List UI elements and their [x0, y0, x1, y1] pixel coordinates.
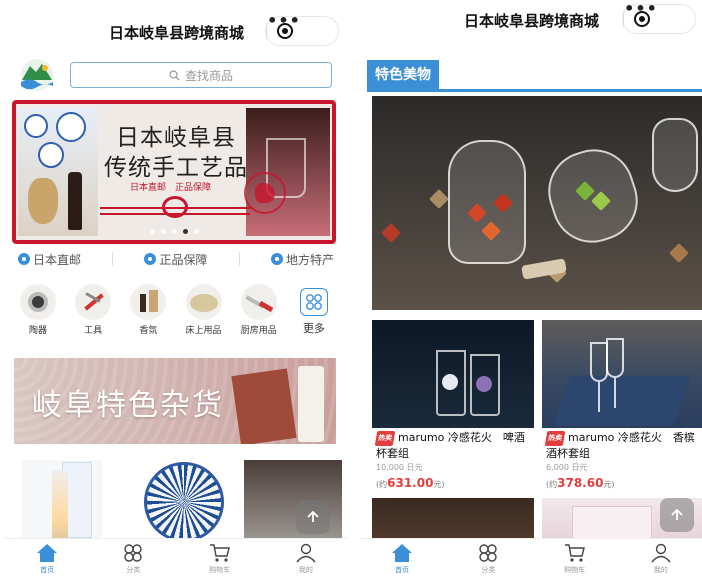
tab-bar: 首页 分类 购物车 我的 — [4, 538, 349, 578]
cart-icon — [564, 544, 585, 562]
feature-authentic: 正品保障 — [144, 251, 208, 268]
hot-badge: 热卖 — [374, 431, 396, 446]
hot-badge: 热卖 — [544, 431, 566, 446]
section-header: 特色美物 — [367, 58, 702, 92]
category-ceramics[interactable]: 陶器 — [12, 284, 64, 336]
arrow-up-icon — [307, 510, 319, 522]
product-cosmetic-photo[interactable] — [22, 460, 102, 544]
search-input[interactable]: 查找商品 — [70, 62, 332, 88]
user-icon — [296, 543, 316, 563]
featured-hero-photo[interactable] — [372, 96, 702, 310]
arrow-up-icon — [671, 508, 683, 520]
promo-book-photo — [231, 368, 297, 444]
knife-icon — [240, 284, 277, 320]
feature-direct-mail: 日本直邮 — [18, 251, 81, 268]
tab-cart[interactable]: 购物车 — [196, 543, 244, 575]
product-strip — [12, 456, 342, 544]
search-placeholder: 查找商品 — [184, 68, 233, 83]
product-price-jpy: 6,000 日元 — [546, 463, 588, 472]
tab-category[interactable]: 分类 — [109, 543, 157, 575]
gifu-logo — [18, 58, 56, 92]
category-icon — [479, 544, 498, 562]
product-grid: 热卖 marumo 冷感花火 啤酒杯套组 10,000 日元 (约631.00元)… — [372, 320, 702, 558]
cart-icon — [209, 544, 230, 562]
home-icon — [392, 544, 413, 562]
product-glass-photo[interactable] — [244, 460, 342, 544]
banner-carousel[interactable]: 日本岐阜县 传统手工艺品 日本直邮 正品保障 — [12, 100, 336, 244]
featured-screen: 日本岐阜县跨境商城 ••• 特色美物 热卖 marumo 冷感花火 啤酒杯套组 … — [359, 0, 702, 578]
more-menu-button[interactable]: ••• — [623, 0, 659, 23]
product-name: 热卖 marumo 冷感花火 香槟酒杯套组 — [544, 431, 695, 460]
hero-glass-3 — [652, 118, 698, 192]
promo-banner[interactable]: 岐阜特色杂货 — [14, 358, 336, 444]
user-icon — [651, 543, 671, 563]
tab-bar: 首页 分类 购物车 我的 — [359, 538, 702, 578]
nav-bar: 日本岐阜县跨境商城 ••• — [4, 0, 349, 58]
product-photo — [542, 320, 702, 428]
category-tools[interactable]: 工具 — [67, 284, 119, 336]
mini-program-capsule: ••• — [622, 0, 696, 34]
category-more[interactable]: 更多 — [288, 284, 340, 335]
category-bedding[interactable]: 床上用品 — [178, 284, 230, 336]
hero-glass-1 — [448, 140, 526, 264]
ceramics-icon — [20, 284, 56, 320]
product-name: 热卖 marumo 冷感花火 啤酒杯套组 — [374, 431, 525, 460]
scroll-top-button[interactable] — [296, 500, 330, 534]
category-fragrance[interactable]: 香氛 — [122, 284, 174, 336]
scroll-top-button[interactable] — [660, 498, 694, 532]
fragrance-icon — [130, 284, 167, 320]
product-card[interactable]: 热卖 marumo 冷感花火 啤酒杯套组 10,000 日元 (约631.00元) — [372, 320, 534, 500]
truck-icon — [18, 253, 30, 265]
home-icon — [37, 544, 58, 562]
feature-local-specialty: 地方特产 — [270, 251, 334, 268]
carousel-indicator — [12, 229, 336, 234]
banner-frame — [12, 100, 336, 244]
service-features: 日本直邮 正品保障 地方特产 — [18, 248, 334, 270]
product-price-jpy: 10,000 日元 — [376, 463, 423, 472]
bedding-icon — [185, 284, 222, 320]
more-menu-button[interactable]: ••• — [266, 7, 302, 35]
tab-home[interactable]: 首页 — [23, 543, 71, 575]
product-price-cny: (约631.00元) — [376, 476, 445, 490]
home-screen: 日本岐阜县跨境商城 ••• 查找商品 日本岐阜县 传统手工艺品 日本直邮 正品保… — [4, 0, 349, 578]
product-price-cny: (约378.60元) — [546, 476, 615, 490]
category-icon — [124, 544, 143, 562]
map-icon — [270, 253, 283, 265]
promo-tube-photo — [298, 366, 324, 442]
more-grid-icon — [299, 288, 328, 316]
promo-title: 岐阜特色杂货 — [32, 388, 224, 423]
hero-glass-2 — [537, 138, 649, 254]
category-row: 陶器 工具 香氛 床上用品 厨房用品 更多 — [12, 284, 340, 336]
section-title: 特色美物 — [367, 60, 439, 90]
product-photo — [372, 320, 534, 428]
scissors-icon — [75, 284, 112, 320]
category-kitchen[interactable]: 厨房用品 — [233, 284, 285, 336]
tab-cart[interactable]: 购物车 — [551, 543, 599, 575]
shield-icon — [144, 253, 157, 265]
mini-program-capsule: ••• — [265, 11, 339, 46]
tab-profile[interactable]: 我的 — [282, 543, 330, 575]
tab-home[interactable]: 首页 — [378, 543, 426, 575]
tab-category[interactable]: 分类 — [464, 543, 512, 575]
product-plate-photo[interactable] — [144, 462, 224, 542]
tab-profile[interactable]: 我的 — [637, 543, 685, 575]
search-icon — [169, 69, 180, 81]
nav-bar: 日本岐阜县跨境商城 ••• — [359, 0, 702, 58]
product-card[interactable]: 热卖 marumo 冷感花火 香槟酒杯套组 6,000 日元 (约378.60元) — [542, 320, 702, 500]
